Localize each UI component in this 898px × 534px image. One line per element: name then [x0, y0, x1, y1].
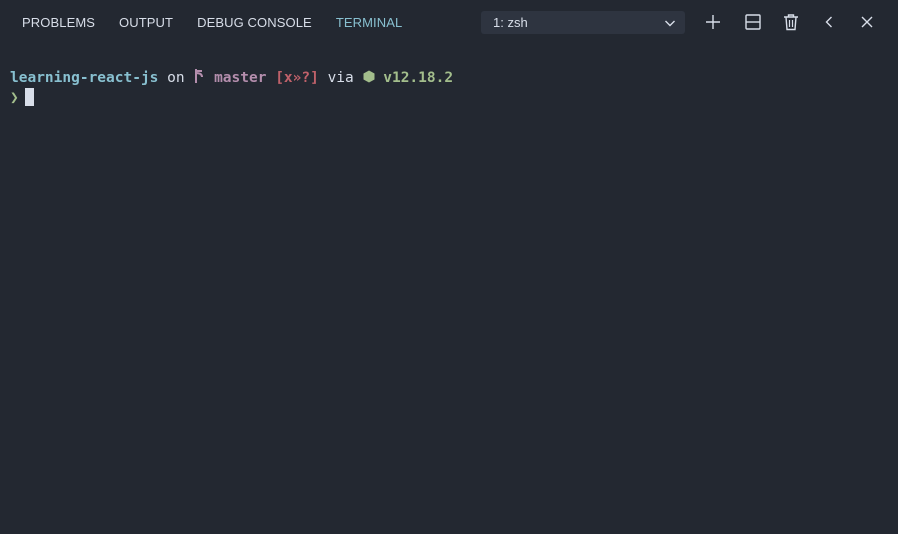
- tab-output[interactable]: OUTPUT: [119, 15, 173, 30]
- on-word: on: [158, 70, 194, 86]
- close-panel-button[interactable]: [857, 12, 877, 32]
- split-terminal-icon: [745, 14, 761, 30]
- prompt-info-line: learning-react-js on master [x»?] via v1…: [10, 68, 453, 88]
- kill-terminal-button[interactable]: [781, 12, 801, 32]
- close-icon: [861, 16, 873, 28]
- tab-terminal[interactable]: TERMINAL: [336, 15, 403, 30]
- split-terminal-button[interactable]: [743, 12, 763, 32]
- chevron-down-icon: [665, 20, 675, 27]
- panel-header: PROBLEMS OUTPUT DEBUG CONSOLE TERMINAL 1…: [0, 0, 898, 46]
- git-branch-icon: [195, 69, 204, 83]
- tab-debug-console[interactable]: DEBUG CONSOLE: [197, 15, 312, 30]
- chevron-left-icon: [825, 16, 832, 28]
- current-directory: learning-react-js: [10, 70, 159, 86]
- plus-icon: [706, 15, 720, 29]
- terminal-select-value: 1: zsh: [493, 15, 528, 30]
- via-word: via: [318, 70, 363, 86]
- prompt-symbol: ❯: [10, 90, 19, 106]
- restore-panel-button[interactable]: [819, 12, 839, 32]
- git-status: [x»?]: [275, 70, 319, 86]
- tab-problems[interactable]: PROBLEMS: [22, 15, 95, 30]
- trash-icon: [784, 14, 798, 31]
- terminal-select-dropdown[interactable]: 1: zsh: [481, 11, 685, 34]
- panel-tabs: PROBLEMS OUTPUT DEBUG CONSOLE TERMINAL: [22, 15, 402, 30]
- node-version: v12.18.2: [383, 70, 454, 86]
- new-terminal-button[interactable]: [703, 12, 723, 32]
- terminal-cursor: [24, 88, 34, 106]
- prompt-line: ❯: [10, 88, 453, 108]
- git-branch-name: master: [214, 70, 267, 86]
- nodejs-icon: [363, 70, 374, 83]
- terminal-output[interactable]: learning-react-js on master [x»?] via v1…: [10, 68, 453, 108]
